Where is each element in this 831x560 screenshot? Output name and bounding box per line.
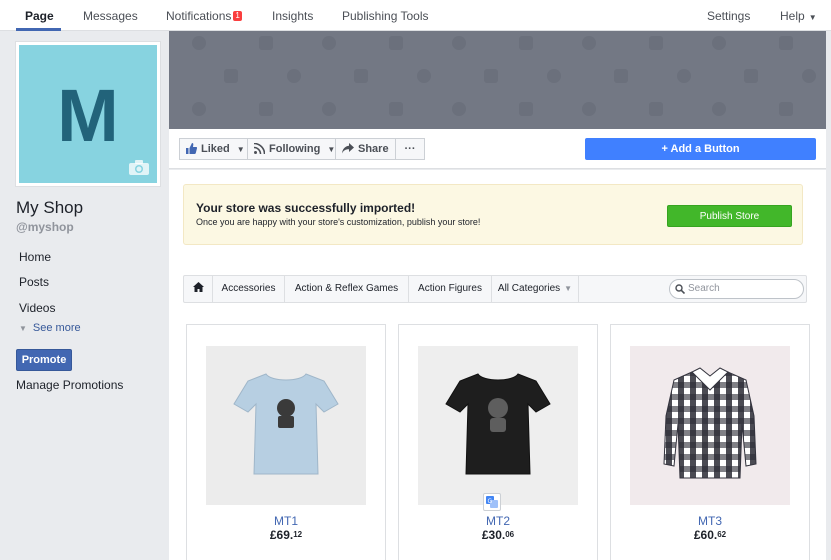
sidebar-item-home[interactable]: Home — [19, 250, 51, 264]
translate-icon[interactable]: G — [483, 493, 501, 511]
home-category-button[interactable] — [184, 276, 213, 302]
see-more-label: See more — [32, 322, 81, 334]
product-card[interactable]: MT1 £69.12 — [186, 324, 386, 560]
add-a-button-button[interactable]: + Add a Button — [585, 138, 816, 160]
rss-icon — [253, 142, 266, 155]
product-image[interactable] — [630, 346, 790, 505]
tab-insights[interactable]: Insights — [272, 9, 313, 23]
help-menu[interactable]: Help ▼ — [780, 9, 817, 23]
page-username[interactable]: @myshop — [16, 220, 74, 234]
following-button[interactable]: Following ▼ — [247, 138, 336, 160]
product-price: £60.62 — [611, 528, 809, 542]
thumbs-up-icon — [186, 143, 198, 154]
tab-messages[interactable]: Messages — [83, 9, 138, 23]
category-action-figures[interactable]: Action Figures — [409, 276, 492, 302]
notice-title: Your store was successfully imported! — [196, 201, 416, 215]
price-main: £69. — [269, 528, 294, 542]
publish-store-button[interactable]: Publish Store — [667, 205, 792, 227]
category-action-reflex-games[interactable]: Action & Reflex Games — [285, 276, 409, 302]
liked-button[interactable]: Liked ▼ — [179, 138, 248, 160]
cover-pattern — [192, 36, 816, 116]
caret-down-icon: ▼ — [564, 284, 573, 293]
avatar-image: M — [19, 45, 157, 183]
category-bar: Accessories Action & Reflex Games Action… — [183, 275, 807, 303]
liked-label: Liked — [201, 143, 230, 155]
all-categories-label: All Categories — [497, 283, 561, 294]
shop-content: Your store was successfully imported! On… — [169, 170, 826, 560]
all-categories-dropdown[interactable]: All Categories ▼ — [492, 276, 579, 302]
caret-down-icon: ▼ — [236, 145, 245, 154]
product-name[interactable]: MT1 — [187, 514, 385, 528]
page-action-bar: Liked ▼ Following ▼ Share ··· + Add a Bu… — [169, 129, 826, 169]
notice-text: Once you are happy with your store's cus… — [196, 217, 481, 227]
search-input[interactable]: Search — [669, 279, 804, 299]
product-image[interactable] — [418, 346, 578, 505]
avatar-letter: M — [57, 74, 119, 157]
price-cents: 12 — [293, 530, 303, 539]
product-name[interactable]: MT3 — [611, 514, 809, 528]
home-icon — [192, 282, 204, 292]
tab-settings[interactable]: Settings — [707, 9, 750, 23]
share-arrow-icon — [342, 143, 354, 154]
tshirt-image — [445, 373, 551, 475]
tab-notifications[interactable]: Notifications 1 — [166, 9, 242, 23]
see-more-link[interactable]: ▼ See more — [19, 322, 81, 334]
tshirt-image — [233, 373, 339, 475]
product-price: £30.06 — [399, 528, 597, 542]
camera-icon[interactable] — [129, 160, 149, 175]
price-cents: 06 — [505, 530, 515, 539]
manage-promotions-link[interactable]: Manage Promotions — [16, 378, 123, 392]
following-label: Following — [269, 143, 321, 155]
price-cents: 62 — [717, 530, 727, 539]
notification-count-badge: 1 — [233, 11, 242, 21]
tab-publishing-tools[interactable]: Publishing Tools — [342, 9, 429, 23]
search-icon — [675, 284, 685, 294]
chevron-down-icon: ▼ — [19, 324, 27, 333]
cover-photo[interactable] — [169, 31, 826, 129]
product-name[interactable]: MT2 — [399, 514, 597, 528]
tab-page[interactable]: Page — [25, 9, 54, 23]
more-options-button[interactable]: ··· — [395, 138, 425, 160]
page-title: My Shop — [16, 198, 84, 217]
product-card[interactable]: MT3 £60.62 — [610, 324, 810, 560]
category-accessories[interactable]: Accessories — [213, 276, 285, 302]
help-label: Help — [780, 9, 805, 23]
price-main: £60. — [693, 528, 718, 542]
share-label: Share — [358, 143, 389, 155]
sidebar-item-posts[interactable]: Posts — [19, 275, 49, 289]
price-main: £30. — [481, 528, 506, 542]
left-sidebar: M My Shop @myshop Home Posts Videos ▼ See… — [0, 31, 168, 560]
product-image[interactable] — [206, 346, 366, 505]
top-navigation: Page Messages Notifications 1 Insights Pu… — [0, 0, 831, 31]
profile-picture[interactable]: M — [15, 41, 161, 187]
search-placeholder: Search — [688, 283, 720, 294]
caret-down-icon: ▼ — [808, 13, 817, 22]
sidebar-item-videos[interactable]: Videos — [19, 301, 55, 315]
product-card[interactable]: G MT2 £30.06 — [398, 324, 598, 560]
plaid-shirt-image — [663, 367, 757, 479]
share-button[interactable]: Share — [335, 138, 396, 160]
svg-text:G: G — [488, 498, 493, 505]
import-success-notice: Your store was successfully imported! On… — [183, 184, 803, 245]
tab-notifications-label: Notifications — [166, 9, 232, 23]
promote-button[interactable]: Promote — [16, 349, 72, 371]
product-price: £69.12 — [187, 528, 385, 542]
